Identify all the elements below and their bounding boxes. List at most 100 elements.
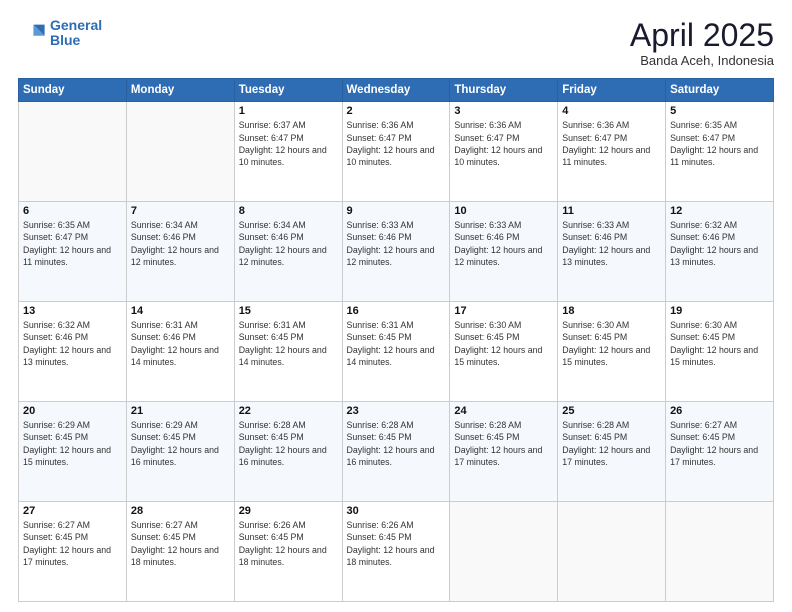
day-cell: 3 Sunrise: 6:36 AMSunset: 6:47 PMDaylight… [450,102,558,202]
day-cell [666,502,774,602]
day-info: Sunrise: 6:29 AMSunset: 6:45 PMDaylight:… [131,419,230,468]
day-number: 23 [347,405,446,417]
day-header-monday: Monday [126,79,234,102]
day-header-thursday: Thursday [450,79,558,102]
day-number: 6 [23,205,122,217]
day-info: Sunrise: 6:33 AMSunset: 6:46 PMDaylight:… [562,219,661,268]
day-info: Sunrise: 6:32 AMSunset: 6:46 PMDaylight:… [670,219,769,268]
day-cell: 7 Sunrise: 6:34 AMSunset: 6:46 PMDaylight… [126,202,234,302]
day-header-tuesday: Tuesday [234,79,342,102]
day-header-friday: Friday [558,79,666,102]
day-cell: 8 Sunrise: 6:34 AMSunset: 6:46 PMDaylight… [234,202,342,302]
day-info: Sunrise: 6:27 AMSunset: 6:45 PMDaylight:… [131,519,230,568]
day-info: Sunrise: 6:35 AMSunset: 6:47 PMDaylight:… [23,219,122,268]
day-cell: 11 Sunrise: 6:33 AMSunset: 6:46 PMDayligh… [558,202,666,302]
day-info: Sunrise: 6:29 AMSunset: 6:45 PMDaylight:… [23,419,122,468]
day-number: 27 [23,505,122,517]
day-number: 24 [454,405,553,417]
day-number: 5 [670,105,769,117]
logo-text: General Blue [50,18,102,49]
day-header-sunday: Sunday [19,79,127,102]
day-info: Sunrise: 6:30 AMSunset: 6:45 PMDaylight:… [454,319,553,368]
day-info: Sunrise: 6:26 AMSunset: 6:45 PMDaylight:… [347,519,446,568]
day-cell: 24 Sunrise: 6:28 AMSunset: 6:45 PMDayligh… [450,402,558,502]
day-info: Sunrise: 6:28 AMSunset: 6:45 PMDaylight:… [347,419,446,468]
header-row: SundayMondayTuesdayWednesdayThursdayFrid… [19,79,774,102]
day-number: 15 [239,305,338,317]
day-cell: 5 Sunrise: 6:35 AMSunset: 6:47 PMDaylight… [666,102,774,202]
week-row-2: 6 Sunrise: 6:35 AMSunset: 6:47 PMDaylight… [19,202,774,302]
day-info: Sunrise: 6:28 AMSunset: 6:45 PMDaylight:… [239,419,338,468]
day-cell: 22 Sunrise: 6:28 AMSunset: 6:45 PMDayligh… [234,402,342,502]
day-number: 25 [562,405,661,417]
day-cell: 30 Sunrise: 6:26 AMSunset: 6:45 PMDayligh… [342,502,450,602]
day-cell: 21 Sunrise: 6:29 AMSunset: 6:45 PMDayligh… [126,402,234,502]
day-cell [450,502,558,602]
day-info: Sunrise: 6:37 AMSunset: 6:47 PMDaylight:… [239,119,338,168]
day-cell [558,502,666,602]
day-number: 18 [562,305,661,317]
day-number: 1 [239,105,338,117]
day-info: Sunrise: 6:30 AMSunset: 6:45 PMDaylight:… [562,319,661,368]
day-cell: 28Sunrise: 6:27 AMSunset: 6:45 PMDayligh… [126,502,234,602]
day-info: Sunrise: 6:31 AMSunset: 6:45 PMDaylight:… [239,319,338,368]
day-info: Sunrise: 6:35 AMSunset: 6:47 PMDaylight:… [670,119,769,168]
day-number: 10 [454,205,553,217]
day-cell [126,102,234,202]
day-info: Sunrise: 6:31 AMSunset: 6:46 PMDaylight:… [131,319,230,368]
day-info: Sunrise: 6:28 AMSunset: 6:45 PMDaylight:… [454,419,553,468]
day-info: Sunrise: 6:36 AMSunset: 6:47 PMDaylight:… [454,119,553,168]
day-number: 14 [131,305,230,317]
day-cell: 18 Sunrise: 6:30 AMSunset: 6:45 PMDayligh… [558,302,666,402]
subtitle: Banda Aceh, Indonesia [630,53,774,68]
day-info: Sunrise: 6:33 AMSunset: 6:46 PMDaylight:… [347,219,446,268]
day-cell: 19Sunrise: 6:30 AMSunset: 6:45 PMDayligh… [666,302,774,402]
day-number: 9 [347,205,446,217]
day-number: 7 [131,205,230,217]
day-number: 26 [670,405,769,417]
day-info: Sunrise: 6:36 AMSunset: 6:47 PMDaylight:… [347,119,446,168]
day-cell: 25 Sunrise: 6:28 AMSunset: 6:45 PMDayligh… [558,402,666,502]
day-cell: 13Sunrise: 6:32 AMSunset: 6:46 PMDayligh… [19,302,127,402]
week-row-1: 1 Sunrise: 6:37 AMSunset: 6:47 PMDaylight… [19,102,774,202]
page: General Blue April 2025 Banda Aceh, Indo… [0,0,792,612]
title-block: April 2025 Banda Aceh, Indonesia [630,18,774,68]
day-cell: 12 Sunrise: 6:32 AMSunset: 6:46 PMDayligh… [666,202,774,302]
day-number: 29 [239,505,338,517]
day-number: 12 [670,205,769,217]
day-cell: 15 Sunrise: 6:31 AMSunset: 6:45 PMDayligh… [234,302,342,402]
day-number: 30 [347,505,446,517]
day-header-wednesday: Wednesday [342,79,450,102]
day-cell: 6 Sunrise: 6:35 AMSunset: 6:47 PMDaylight… [19,202,127,302]
day-info: Sunrise: 6:28 AMSunset: 6:45 PMDaylight:… [562,419,661,468]
day-cell: 27Sunrise: 6:27 AMSunset: 6:45 PMDayligh… [19,502,127,602]
day-info: Sunrise: 6:32 AMSunset: 6:46 PMDaylight:… [23,319,122,368]
logo-icon [18,19,46,47]
month-title: April 2025 [630,18,774,53]
day-cell: 20 Sunrise: 6:29 AMSunset: 6:45 PMDayligh… [19,402,127,502]
day-number: 22 [239,405,338,417]
day-cell: 10Sunrise: 6:33 AMSunset: 6:46 PMDayligh… [450,202,558,302]
day-info: Sunrise: 6:34 AMSunset: 6:46 PMDaylight:… [131,219,230,268]
week-row-5: 27 Sunrise: 6:27 AMSunset: 6:45 PMDayligh… [19,502,774,602]
week-row-4: 20 Sunrise: 6:29 AMSunset: 6:45 PMDayligh… [19,402,774,502]
day-number: 11 [562,205,661,217]
day-cell: 2Sunrise: 6:36 AMSunset: 6:47 PMDaylight… [342,102,450,202]
day-info: Sunrise: 6:31 AMSunset: 6:45 PMDaylight:… [347,319,446,368]
day-info: Sunrise: 6:34 AMSunset: 6:46 PMDaylight:… [239,219,338,268]
day-number: 20 [23,405,122,417]
day-info: Sunrise: 6:36 AMSunset: 6:47 PMDaylight:… [562,119,661,168]
header: General Blue April 2025 Banda Aceh, Indo… [18,18,774,68]
day-info: Sunrise: 6:26 AMSunset: 6:45 PMDaylight:… [239,519,338,568]
logo: General Blue [18,18,102,49]
day-number: 8 [239,205,338,217]
day-cell: 4Sunrise: 6:36 AMSunset: 6:47 PMDaylight… [558,102,666,202]
day-info: Sunrise: 6:30 AMSunset: 6:45 PMDaylight:… [670,319,769,368]
day-cell: 26Sunrise: 6:27 AMSunset: 6:45 PMDayligh… [666,402,774,502]
week-row-3: 13Sunrise: 6:32 AMSunset: 6:46 PMDayligh… [19,302,774,402]
day-cell: 29 Sunrise: 6:26 AMSunset: 6:45 PMDayligh… [234,502,342,602]
day-number: 3 [454,105,553,117]
day-header-saturday: Saturday [666,79,774,102]
day-number: 21 [131,405,230,417]
day-cell: 17Sunrise: 6:30 AMSunset: 6:45 PMDayligh… [450,302,558,402]
